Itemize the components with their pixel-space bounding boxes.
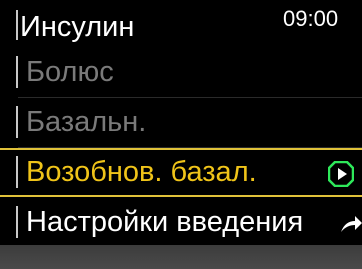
menu-item-bolus[interactable]: Болюс — [0, 48, 362, 97]
pump-screen: Инсулин 09:00 Болюс Базальн. Возобнов. б… — [0, 0, 362, 269]
menu-item-resume-basal[interactable]: Возобнов. базал. — [0, 148, 362, 197]
item-marker — [16, 56, 18, 88]
menu-item-basal[interactable]: Базальн. — [0, 98, 362, 147]
play-circle-icon — [328, 161, 354, 187]
item-marker — [16, 156, 18, 188]
item-marker — [16, 206, 18, 238]
clock-time: 09:00 — [283, 6, 339, 31]
menu-item-label: Возобнов. базал. — [26, 156, 257, 188]
arrow-icon — [341, 216, 362, 232]
menu-item-label: Болюс — [26, 56, 114, 88]
header-bar: Инсулин 09:00 — [0, 0, 362, 48]
menu-item-label: Базальн. — [26, 106, 147, 138]
screen-title: Инсулин — [20, 11, 135, 43]
menu-item-delivery-settings[interactable]: Настройки введения — [0, 198, 362, 247]
item-marker — [16, 106, 18, 138]
menu-item-label: Настройки введения — [26, 206, 304, 238]
scroll-marker — [16, 10, 18, 40]
softkey-bar — [0, 245, 362, 269]
